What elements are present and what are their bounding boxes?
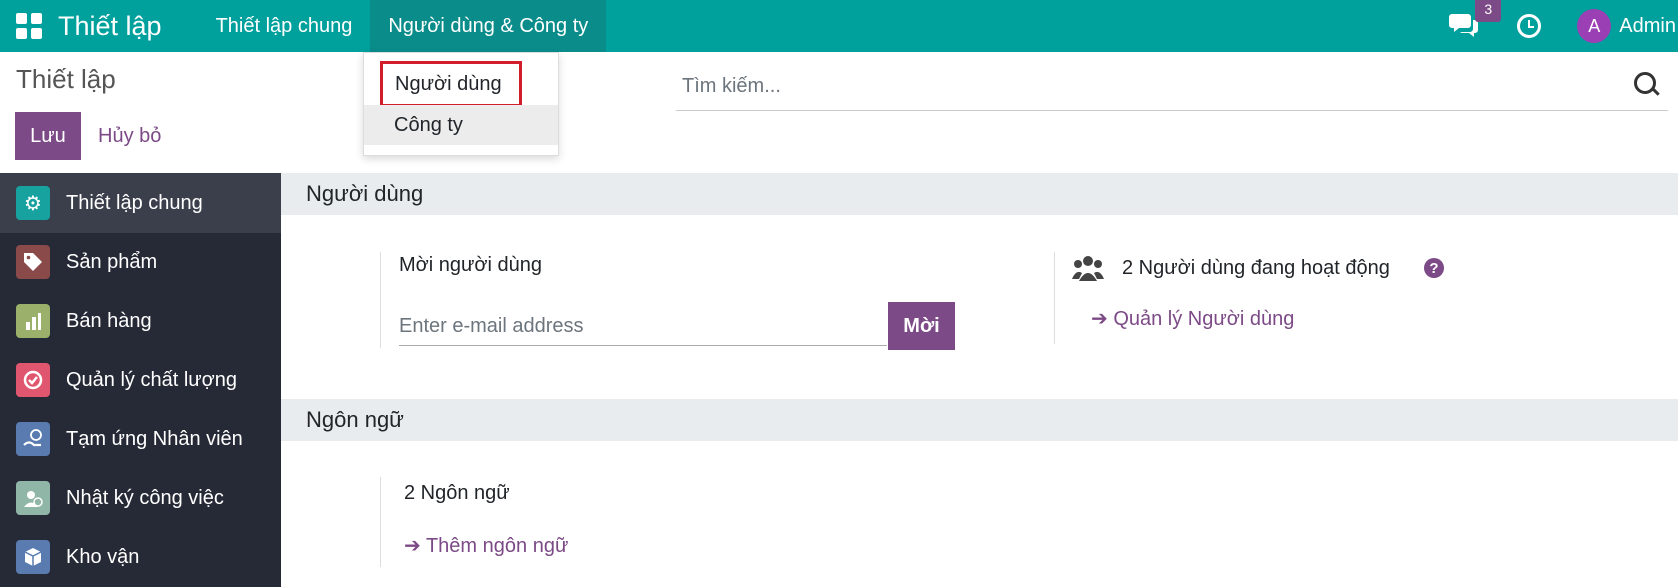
tag-icon bbox=[16, 245, 50, 279]
apps-grid-icon[interactable] bbox=[16, 13, 42, 39]
settings-content: Người dùng Mời người dùng Mời 2 Người dù… bbox=[281, 173, 1678, 587]
sidebar-item-label: Nhật ký công việc bbox=[66, 486, 224, 509]
users-section-title: Người dùng bbox=[281, 173, 1678, 215]
language-count: 2 Ngôn ngữ bbox=[404, 482, 510, 504]
sidebar-item-label: Thiết lập chung bbox=[66, 191, 203, 214]
sidebar-item-general-settings[interactable]: ⚙ Thiết lập chung bbox=[0, 173, 281, 233]
menu-users-companies[interactable]: Người dùng & Công ty bbox=[370, 0, 607, 52]
breadcrumb: Thiết lập bbox=[16, 64, 116, 94]
menu-general-settings[interactable]: Thiết lập chung bbox=[198, 0, 371, 52]
timesheet-icon bbox=[16, 481, 50, 515]
invite-button[interactable]: Mời bbox=[888, 302, 955, 350]
sidebar-item-employee-advance[interactable]: Tạm ứng Nhân viên bbox=[0, 409, 281, 469]
language-section-title: Ngôn ngữ bbox=[281, 399, 1678, 441]
sidebar-item-label: Quản lý chất lượng bbox=[66, 368, 238, 391]
add-language-link[interactable]: ➔ Thêm ngôn ngữ bbox=[404, 533, 568, 558]
avatar[interactable]: A bbox=[1577, 9, 1612, 43]
employee-advance-icon bbox=[16, 422, 50, 456]
search-icon[interactable] bbox=[1634, 72, 1656, 94]
save-button[interactable]: Lưu bbox=[15, 112, 81, 160]
sidebar-item-sales[interactable]: Bán hàng bbox=[0, 291, 281, 351]
sidebar-item-label: Bán hàng bbox=[66, 309, 152, 332]
top-navbar: Thiết lập Thiết lập chung Người dùng & C… bbox=[0, 0, 1678, 52]
divider bbox=[1054, 252, 1055, 344]
active-users-count: 2 Người dùng đang hoạt động bbox=[1122, 257, 1390, 279]
sidebar-item-products[interactable]: Sản phẩm bbox=[0, 232, 281, 292]
sidebar-item-label: Kho vận bbox=[66, 545, 140, 568]
sidebar-item-quality[interactable]: Quản lý chất lượng bbox=[0, 350, 281, 410]
activity-clock-icon[interactable] bbox=[1517, 14, 1542, 38]
sidebar-item-label: Tạm ứng Nhân viên bbox=[66, 427, 243, 450]
manage-users-link-label: Quản lý Người dùng bbox=[1113, 308, 1295, 330]
message-count-badge: 3 bbox=[1475, 0, 1502, 22]
gear-icon: ⚙ bbox=[16, 186, 50, 220]
arrow-right-icon: ➔ bbox=[404, 535, 421, 557]
cancel-button[interactable]: Hủy bỏ bbox=[98, 112, 161, 160]
user-name[interactable]: Admin bbox=[1619, 15, 1676, 38]
quality-check-icon bbox=[16, 363, 50, 397]
app-title[interactable]: Thiết lập bbox=[58, 11, 162, 42]
help-icon[interactable]: ? bbox=[1424, 258, 1444, 278]
search-bar bbox=[676, 66, 1668, 111]
arrow-right-icon: ➔ bbox=[1091, 308, 1108, 330]
users-companies-dropdown: Người dùng Công ty bbox=[363, 52, 559, 156]
dropdown-item-companies[interactable]: Công ty bbox=[364, 105, 558, 145]
sidebar-item-label: Sản phẩm bbox=[66, 250, 158, 273]
inventory-box-icon bbox=[16, 540, 50, 574]
manage-users-link[interactable]: ➔ Quản lý Người dùng bbox=[1091, 306, 1294, 331]
settings-sidebar: ⚙ Thiết lập chung Sản phẩm Bán hàng Quản… bbox=[0, 173, 281, 587]
divider bbox=[380, 252, 381, 348]
users-group-icon bbox=[1072, 253, 1104, 288]
sales-chart-icon bbox=[16, 304, 50, 338]
search-input[interactable] bbox=[676, 66, 1588, 106]
divider bbox=[380, 477, 381, 567]
invite-users-label: Mời người dùng bbox=[399, 254, 543, 276]
add-language-link-label: Thêm ngôn ngữ bbox=[425, 535, 569, 557]
email-field[interactable] bbox=[399, 307, 887, 346]
dropdown-item-users[interactable]: Người dùng bbox=[380, 61, 522, 107]
chat-icon[interactable]: 3 bbox=[1449, 0, 1502, 41]
sidebar-item-timesheet[interactable]: Nhật ký công việc bbox=[0, 468, 281, 528]
sidebar-item-inventory[interactable]: Kho vận bbox=[0, 527, 281, 587]
